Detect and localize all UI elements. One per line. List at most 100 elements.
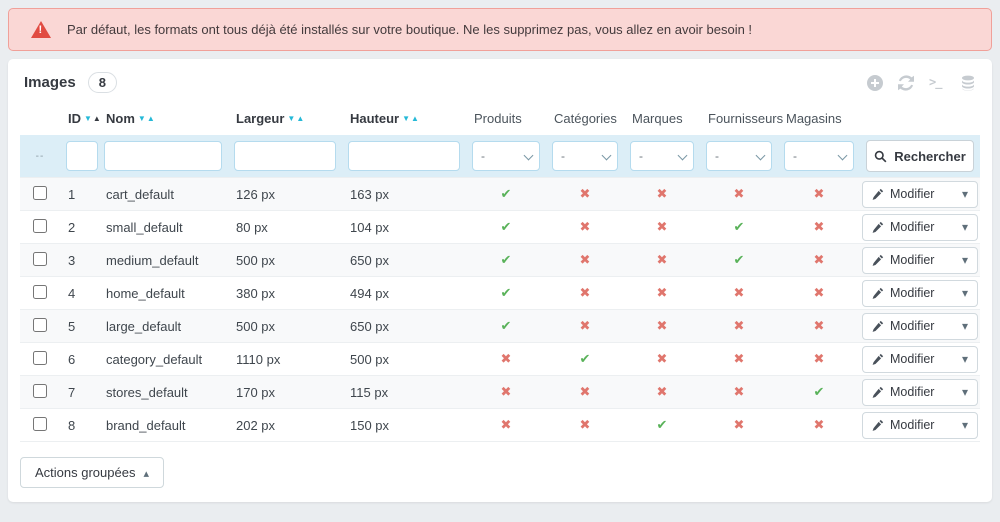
fournisseurs-status-icon <box>734 252 745 267</box>
row-checkbox[interactable] <box>33 317 47 332</box>
column-header-id[interactable]: ID <box>60 101 101 135</box>
row-checkbox[interactable] <box>33 251 47 266</box>
row-name: stores_default <box>106 384 188 400</box>
produits-status-icon <box>501 285 512 300</box>
row-height: 650 px <box>350 252 390 268</box>
pencil-icon <box>872 221 884 233</box>
actions-header <box>860 101 980 135</box>
search-icon <box>874 150 887 162</box>
filter-height-input[interactable] <box>348 141 460 171</box>
chevron-down-icon[interactable] <box>962 418 968 432</box>
produits-status-icon <box>501 318 512 333</box>
search-button[interactable]: Rechercher <box>866 140 974 172</box>
magasins-status-icon <box>814 417 825 432</box>
sort-asc-icon[interactable] <box>146 111 155 126</box>
panel-header: Images 8 <box>8 59 992 101</box>
chevron-down-icon[interactable] <box>962 253 968 267</box>
modifier-button[interactable]: Modifier <box>862 312 978 340</box>
plus-circle-icon[interactable] <box>867 74 883 91</box>
row-checkbox[interactable] <box>33 218 47 233</box>
sort-asc-icon[interactable] <box>92 111 101 126</box>
row-checkbox[interactable] <box>33 416 47 431</box>
filter-produits-select[interactable]: - <box>472 141 540 171</box>
row-id: 6 <box>68 351 76 367</box>
row-width: 170 px <box>236 384 276 400</box>
chevron-down-icon[interactable] <box>962 286 968 300</box>
modifier-button[interactable]: Modifier <box>862 180 978 208</box>
row-checkbox[interactable] <box>33 284 47 299</box>
chevron-down-icon[interactable] <box>962 187 968 201</box>
row-name: small_default <box>106 219 183 235</box>
chevron-down-icon[interactable] <box>962 220 968 234</box>
terminal-icon[interactable] <box>929 75 945 91</box>
fournisseurs-status-icon <box>734 351 745 366</box>
sort-desc-icon[interactable] <box>402 111 410 126</box>
images-table-container: ID Nom Largeur Hauteur Produits Catégori… <box>8 101 992 442</box>
chevron-down-icon[interactable] <box>962 352 968 366</box>
filter-categories-select[interactable]: - <box>552 141 618 171</box>
filter-marques-select[interactable]: - <box>630 141 694 171</box>
table-body: 1 cart_default 126 px 163 px Modifier 2 … <box>20 177 980 442</box>
row-id: 7 <box>68 384 76 400</box>
row-name: home_default <box>106 285 185 301</box>
categories-status-icon <box>580 417 591 432</box>
table-row: 5 large_default 500 px 650 px Modifier <box>20 309 980 343</box>
produits-status-icon <box>501 219 512 234</box>
modifier-button[interactable]: Modifier <box>862 213 978 241</box>
marques-status-icon <box>657 252 668 267</box>
categories-status-icon <box>580 318 591 333</box>
marques-status-icon <box>657 384 668 399</box>
chevron-down-icon[interactable] <box>962 319 968 333</box>
filter-magasins-select[interactable]: - <box>784 141 854 171</box>
sort-asc-icon[interactable] <box>295 111 304 126</box>
modifier-label: Modifier <box>890 187 935 201</box>
fournisseurs-status-icon <box>734 285 745 300</box>
row-width: 202 px <box>236 417 276 433</box>
modifier-button[interactable]: Modifier <box>862 378 978 406</box>
table-row: 2 small_default 80 px 104 px Modifier <box>20 210 980 244</box>
filter-fournisseurs-select[interactable]: - <box>706 141 772 171</box>
images-table: ID Nom Largeur Hauteur Produits Catégori… <box>20 101 980 442</box>
modifier-button[interactable]: Modifier <box>862 279 978 307</box>
chevron-down-icon[interactable] <box>962 385 968 399</box>
modifier-label: Modifier <box>890 220 935 234</box>
sort-asc-icon[interactable] <box>410 111 419 126</box>
produits-status-icon <box>501 417 512 432</box>
fournisseurs-status-icon <box>734 219 745 234</box>
column-header-row: ID Nom Largeur Hauteur Produits Catégori… <box>20 101 980 135</box>
modifier-button[interactable]: Modifier <box>862 246 978 274</box>
filter-name-input[interactable] <box>104 141 222 171</box>
marques-status-icon <box>657 417 668 432</box>
filter-id-input[interactable] <box>66 141 98 171</box>
warning-icon <box>31 21 51 38</box>
select-all-header <box>20 101 60 135</box>
sort-desc-icon[interactable] <box>84 111 92 126</box>
column-header-largeur[interactable]: Largeur <box>228 101 342 135</box>
row-checkbox[interactable] <box>33 185 47 200</box>
sort-desc-icon[interactable] <box>138 111 146 126</box>
modifier-label: Modifier <box>890 286 935 300</box>
column-header-hauteur[interactable]: Hauteur <box>342 101 466 135</box>
panel-footer: Actions groupées <box>8 442 992 488</box>
bulk-actions-button[interactable]: Actions groupées <box>20 457 164 488</box>
row-checkbox[interactable] <box>33 383 47 398</box>
pencil-icon <box>872 188 884 200</box>
modifier-button[interactable]: Modifier <box>862 345 978 373</box>
modifier-button[interactable]: Modifier <box>862 411 978 439</box>
filter-row: -- - - - - - Rechercher <box>20 135 980 178</box>
row-width: 500 px <box>236 318 276 334</box>
row-checkbox[interactable] <box>33 350 47 365</box>
database-icon[interactable] <box>960 75 976 91</box>
refresh-icon[interactable] <box>898 74 914 91</box>
row-height: 163 px <box>350 186 390 202</box>
column-header-marques: Marques <box>632 110 683 126</box>
row-height: 150 px <box>350 417 390 433</box>
row-width: 380 px <box>236 285 276 301</box>
filter-width-input[interactable] <box>234 141 336 171</box>
magasins-status-icon <box>814 318 825 333</box>
row-width: 500 px <box>236 252 276 268</box>
column-header-nom[interactable]: Nom <box>98 101 228 135</box>
row-name: category_default <box>106 351 203 367</box>
count-badge: 8 <box>87 72 117 93</box>
categories-status-icon <box>580 186 591 201</box>
